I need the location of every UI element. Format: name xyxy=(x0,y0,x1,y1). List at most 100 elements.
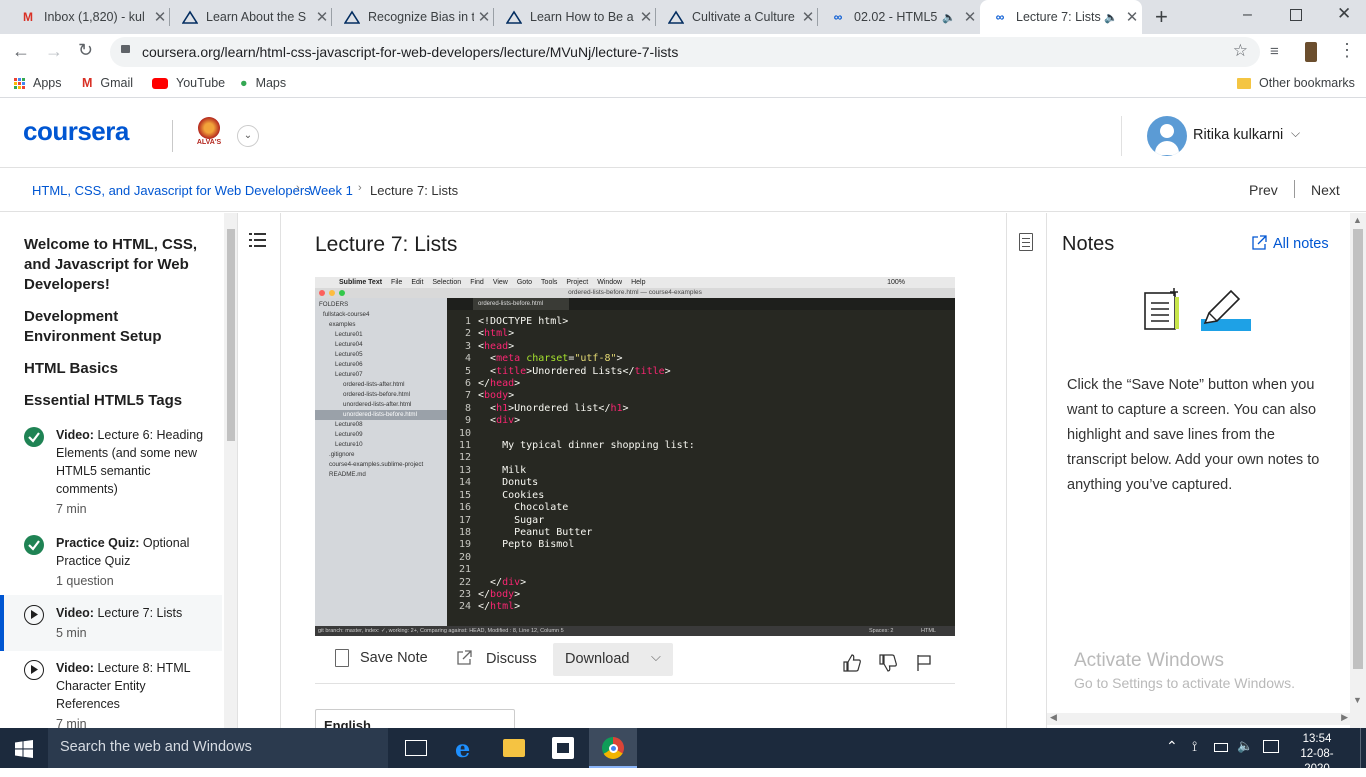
profile-avatar[interactable] xyxy=(1305,42,1317,62)
sidebar-item-practice-quiz[interactable]: Practice Quiz: Optional Practice Quiz 1 q… xyxy=(0,534,222,594)
task-view-icon[interactable] xyxy=(405,740,427,756)
tab-trailhead-3[interactable]: Learn How to Be a ✕ xyxy=(494,0,656,34)
sidebar-scrollbar[interactable] xyxy=(224,213,237,728)
tab-coursera-html5[interactable]: ∞ 02.02 - HTML5 🔈 ✕ xyxy=(818,0,980,34)
breadcrumb-course[interactable]: HTML, CSS, and Javascript for Web Develo… xyxy=(32,183,311,198)
taskbar-search-box[interactable]: Search the web and Windows xyxy=(48,728,388,768)
all-notes-link[interactable]: All notes xyxy=(1273,236,1329,252)
chevron-right-icon: › xyxy=(296,182,300,194)
thumbs-down-icon[interactable] xyxy=(878,653,898,678)
code-line: My typical dinner shopping list: xyxy=(478,440,695,452)
line-number: 1 xyxy=(464,316,471,327)
back-icon[interactable]: ← xyxy=(12,41,30,62)
star-icon[interactable]: ☆ xyxy=(1233,41,1248,61)
menu-icon[interactable]: ⋮ xyxy=(1338,40,1356,61)
sidebar-item-lecture7[interactable]: Video: Lecture 7: Lists 5 min xyxy=(0,595,222,651)
close-tab-icon[interactable]: ✕ xyxy=(150,8,170,26)
module-intro-title[interactable]: Welcome to HTML, CSS, and Javascript for… xyxy=(24,235,204,295)
close-window-button[interactable]: ✕ xyxy=(1337,4,1351,24)
coursera-logo[interactable]: coursera xyxy=(23,116,129,147)
forward-icon[interactable]: → xyxy=(45,41,63,62)
module-dev-env[interactable]: Development Environment Setup xyxy=(24,307,204,347)
scrollbar-thumb[interactable] xyxy=(227,229,235,441)
line-number: 20 xyxy=(458,551,471,563)
save-note-button[interactable]: Save Note xyxy=(360,650,428,666)
other-bookmarks[interactable]: Other bookmarks xyxy=(1237,76,1355,90)
store-icon[interactable] xyxy=(552,737,574,759)
discuss-button[interactable]: Discuss xyxy=(486,651,537,667)
volume-icon[interactable]: 🔈 xyxy=(1237,738,1253,754)
code-line: Sugar xyxy=(478,514,545,526)
user-name[interactable]: Ritika kulkarni xyxy=(1193,127,1283,143)
horizontal-scrollbar[interactable]: ◀ ▶ xyxy=(1047,712,1351,725)
lecture-main: Lecture 7: Lists Sublime Text File Edit … xyxy=(282,213,1006,728)
chevron-down-icon[interactable]: ⌄ xyxy=(237,125,259,147)
breadcrumb-week[interactable]: Week 1 xyxy=(309,183,353,198)
bookmark-gmail[interactable]: M Gmail xyxy=(82,76,133,90)
flag-icon[interactable] xyxy=(916,654,932,677)
next-link[interactable]: Next xyxy=(1311,182,1340,198)
tab-gmail[interactable]: M Inbox (1,820) - kul ✕ xyxy=(8,0,170,34)
bookmark-apps[interactable]: Apps xyxy=(14,76,62,90)
close-tab-icon[interactable]: ✕ xyxy=(312,8,332,26)
status-syntax: HTML xyxy=(921,628,936,634)
chrome-taskbar-button[interactable] xyxy=(589,728,637,768)
video-player[interactable]: Sublime Text File Edit Selection Find Vi… xyxy=(315,277,955,636)
sidebar-item-lecture8[interactable]: Video: Lecture 8: HTML Character Entity … xyxy=(0,659,222,728)
scrollbar-thumb[interactable] xyxy=(1353,229,1363,669)
prev-link[interactable]: Prev xyxy=(1249,182,1278,198)
close-tab-icon[interactable]: ✕ xyxy=(960,8,980,26)
show-desktop-button[interactable] xyxy=(1360,728,1366,768)
notification-icon[interactable] xyxy=(1263,740,1279,753)
language-select[interactable]: English xyxy=(315,709,515,728)
battery-text: 100% xyxy=(887,279,905,286)
arrow-down-icon[interactable]: ▼ xyxy=(1353,695,1362,705)
reload-icon[interactable]: ↻ xyxy=(78,40,93,61)
arrow-left-icon[interactable]: ◀ xyxy=(1050,712,1057,723)
close-tab-icon[interactable]: ✕ xyxy=(1122,8,1142,26)
chevron-up-icon[interactable]: ⌃ xyxy=(1166,738,1178,755)
partner-logo[interactable]: ALVA'S xyxy=(193,117,225,153)
avatar[interactable] xyxy=(1147,116,1187,156)
new-tab-button[interactable]: + xyxy=(1155,4,1168,30)
media-control-icon[interactable]: ≡ xyxy=(1270,43,1279,60)
chevron-down-icon[interactable]: ⌵ xyxy=(1291,126,1300,141)
page-scrollbar[interactable]: ▲ ▼ xyxy=(1350,213,1366,728)
close-tab-icon[interactable]: ✕ xyxy=(798,8,818,26)
close-tab-icon[interactable]: ✕ xyxy=(474,8,494,26)
network-icon[interactable]: ⟟ xyxy=(1192,738,1197,755)
tab-title: Inbox (1,820) - kul xyxy=(44,10,145,24)
arrow-up-icon[interactable]: ▲ xyxy=(1353,215,1362,225)
line-number: 18 xyxy=(458,526,471,538)
module-html-basics[interactable]: HTML Basics xyxy=(24,359,204,379)
windows-start-icon[interactable] xyxy=(15,740,33,763)
code-line: </body> xyxy=(478,588,521,600)
module-essential-tags[interactable]: Essential HTML5 Tags xyxy=(24,391,204,411)
tab-trailhead-2[interactable]: Recognize Bias in t ✕ xyxy=(332,0,494,34)
tree-item: Lecture04 xyxy=(335,341,363,348)
folder-icon xyxy=(1237,77,1251,89)
tab-coursera-lecture7[interactable]: ∞ Lecture 7: Lists 🔈 ✕ xyxy=(980,0,1142,34)
bookmark-label: YouTube xyxy=(176,76,226,90)
tab-trailhead-1[interactable]: Learn About the S ✕ xyxy=(170,0,332,34)
minimize-button[interactable]: – xyxy=(1243,6,1252,24)
file-explorer-icon[interactable] xyxy=(503,739,525,757)
close-tab-icon[interactable]: ✕ xyxy=(636,8,656,26)
tab-trailhead-4[interactable]: Cultivate a Culture ✕ xyxy=(656,0,818,34)
arrow-right-icon[interactable]: ▶ xyxy=(1341,712,1348,723)
maximize-button[interactable] xyxy=(1290,9,1302,21)
battery-icon[interactable] xyxy=(1214,743,1228,752)
bookmark-youtube[interactable]: YouTube xyxy=(152,76,225,90)
edge-icon[interactable]: e xyxy=(455,734,470,763)
address-bar[interactable]: coursera.org/learn/html-css-javascript-f… xyxy=(110,37,1260,67)
menu-label: Tools xyxy=(541,279,558,286)
clock[interactable]: 13:54 12-08-2020 xyxy=(1290,732,1344,777)
thumbs-up-icon[interactable] xyxy=(842,653,862,678)
bookmark-maps[interactable]: ● Maps xyxy=(240,76,286,90)
outline-toggle-icon[interactable] xyxy=(248,230,268,250)
notes-toggle-icon[interactable] xyxy=(1019,233,1033,251)
sidebar-item-lecture6[interactable]: Video: Lecture 6: Heading Elements (and … xyxy=(0,426,222,522)
gmail-icon: M xyxy=(82,76,93,90)
tree-item: .gitignore xyxy=(329,451,355,458)
